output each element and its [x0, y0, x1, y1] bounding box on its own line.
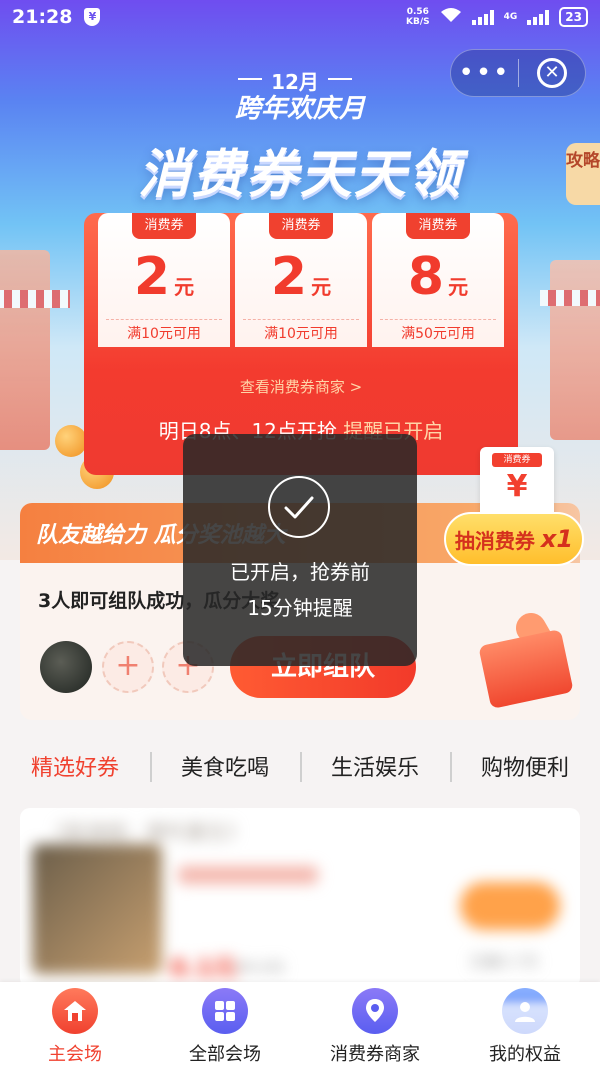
item-price: 0.1元 — [170, 954, 237, 982]
toast-message-line1: 已开启，抢券前 — [230, 560, 370, 584]
coupon-amount-number: 8 — [407, 247, 445, 307]
more-options-button[interactable]: ••• — [451, 49, 518, 97]
coupon-amount-number: 2 — [270, 247, 308, 307]
coupon-condition: 满10元可用 — [264, 326, 338, 342]
nav-label-my-rights: 我的权益 — [489, 1044, 561, 1065]
nav-label-all-venues: 全部会场 — [189, 1044, 261, 1065]
coupon-card[interactable]: 消费券 2元 满10元可用 — [98, 213, 230, 347]
gift-box-body — [478, 628, 574, 710]
item-buy-button[interactable] — [460, 882, 560, 930]
coupon-amount-unit: 元 — [311, 275, 332, 299]
network-speed-unit: KB/S — [406, 17, 430, 27]
toast-message-line2: 15分钟提醒 — [247, 596, 353, 620]
shield-icon: ¥ — [84, 8, 101, 26]
coupon-amount: 8元 — [372, 247, 504, 307]
tab-featured[interactable]: 精选好券 — [0, 750, 150, 782]
coupon-amount: 2元 — [98, 247, 230, 307]
invite-slot[interactable]: + — [102, 641, 154, 693]
yuan-icon: ¥ — [506, 469, 528, 504]
page-headline: 消费券天天领 — [137, 145, 462, 205]
nav-item-home[interactable]: 主会场 — [0, 982, 150, 1067]
lottery-ticket-icon: 消费券 ¥ — [480, 447, 554, 519]
signal-icon — [471, 9, 494, 25]
list-item[interactable]: 《新神榜：哪吒重生》 0.1元 60.2元 已售5.7万 — [20, 808, 580, 988]
signal-icon-secondary — [527, 9, 550, 25]
draw-coupon-button[interactable]: 抽消费券 x1 — [444, 512, 584, 566]
coupon-amount: 2元 — [235, 247, 367, 307]
coupon-amount-unit: 元 — [448, 275, 469, 299]
watermark-overlay — [470, 1002, 600, 1042]
coupon-tag: 消费券 — [406, 213, 470, 239]
tab-shopping[interactable]: 购物便利 — [450, 750, 600, 782]
wifi-icon — [440, 7, 462, 28]
event-subtitle: 跨年欢庆月 — [234, 94, 365, 124]
mini-program-capsule: ••• ✕ — [450, 49, 586, 97]
decor-ball — [55, 425, 87, 457]
item-sold-count: 已售5.7万 — [470, 953, 539, 971]
location-pin-icon — [352, 988, 398, 1034]
nav-label-merchants: 消费券商家 — [330, 1044, 420, 1065]
item-thumbnail — [32, 844, 162, 974]
coupon-card[interactable]: 消费券 8元 满50元可用 — [372, 213, 504, 347]
tab-entertainment[interactable]: 生活娱乐 — [300, 750, 450, 782]
close-icon: ✕ — [536, 58, 567, 88]
signal-type: 4G — [503, 12, 518, 22]
item-title: 《新神榜：哪吒重生》 — [46, 820, 246, 844]
nav-item-merchants[interactable]: 消费券商家 — [300, 982, 450, 1067]
close-button[interactable]: ✕ — [519, 58, 585, 88]
draw-coupon-count: x1 — [540, 525, 574, 553]
view-merchants-link[interactable]: 查看消费券商家 > — [84, 376, 518, 397]
coupon-amount-unit: 元 — [174, 275, 195, 299]
status-time: 21:28 — [12, 6, 73, 28]
coupon-divider — [106, 319, 222, 320]
coupon-card[interactable]: 消费券 2元 满10元可用 — [235, 213, 367, 347]
coupon-divider — [243, 319, 359, 320]
network-speed: 0.56 KB/S — [406, 7, 430, 27]
storefront-illustration-left — [0, 250, 70, 450]
item-original-price: 60.2元 — [236, 958, 285, 976]
storefront-illustration-right — [540, 260, 600, 440]
strategy-tab[interactable]: 攻略 — [566, 143, 600, 205]
status-bar: 21:28 ¥ 0.56 KB/S 4G 23 — [0, 0, 600, 34]
lottery-ticket-tag: 消费券 — [492, 453, 542, 467]
home-icon — [52, 988, 98, 1034]
tab-food[interactable]: 美食吃喝 — [150, 750, 300, 782]
avatar — [40, 641, 92, 693]
coupon-amount-number: 2 — [133, 247, 171, 307]
draw-coupon-label: 抽消费券 — [454, 528, 535, 553]
check-icon — [268, 476, 330, 538]
nav-label-home: 主会场 — [48, 1044, 102, 1065]
reminder-toast: 已开启，抢券前 15分钟提醒 — [183, 434, 417, 666]
category-tabs: 精选好券 美食吃喝 生活娱乐 购物便利 — [0, 744, 600, 788]
network-speed-value: 0.56 — [406, 7, 429, 17]
item-tag — [178, 866, 318, 884]
gift-box-icon — [470, 603, 580, 710]
grid-icon — [202, 988, 248, 1034]
coupon-divider — [380, 319, 496, 320]
coupon-condition: 满10元可用 — [127, 326, 201, 342]
coupon-condition: 满50元可用 — [401, 326, 475, 342]
coupon-tag: 消费券 — [132, 213, 196, 239]
nav-item-all-venues[interactable]: 全部会场 — [150, 982, 300, 1067]
coupon-tag: 消费券 — [269, 213, 333, 239]
battery-indicator: 23 — [559, 7, 588, 27]
